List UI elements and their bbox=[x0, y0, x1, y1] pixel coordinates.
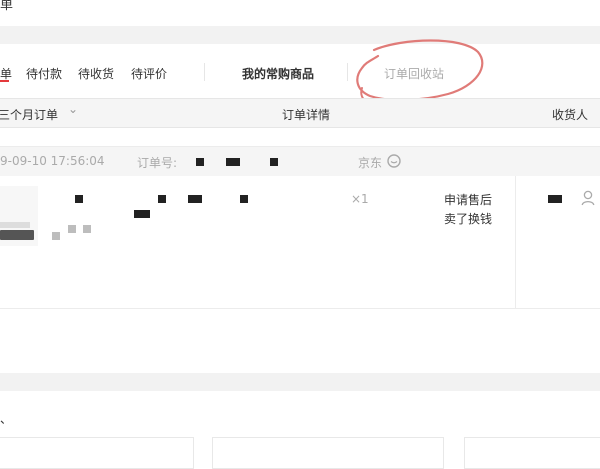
redacted-order-number bbox=[196, 158, 204, 166]
redacted-receiver-name bbox=[548, 195, 562, 203]
section-separator-band bbox=[0, 373, 600, 391]
tab-frequent-products[interactable]: 我的常购商品 bbox=[242, 65, 314, 82]
redacted-product-name bbox=[134, 210, 150, 218]
redacted-product-name bbox=[240, 195, 248, 203]
redacted-order-number bbox=[270, 158, 278, 166]
order-number-label: 订单号: bbox=[137, 156, 178, 170]
order-tabs: 单 待付款 待收货 待评价 我的常购商品 订单回收站 bbox=[0, 44, 600, 99]
chat-bubble-icon[interactable] bbox=[387, 153, 401, 168]
order-table-header: 三个月订单 ⌄ 订单详情 收货人 bbox=[0, 98, 600, 128]
order-range-filter[interactable]: 三个月订单 bbox=[0, 106, 58, 123]
product-thumbnail[interactable] bbox=[0, 186, 38, 246]
redacted-product-name bbox=[188, 195, 202, 203]
user-icon[interactable] bbox=[581, 190, 595, 206]
apply-after-sale-link[interactable]: 申请售后 bbox=[444, 191, 492, 208]
redacted-product-spec bbox=[83, 225, 91, 233]
tab-pending-receipt[interactable]: 待收货 bbox=[78, 65, 114, 82]
column-divider bbox=[515, 176, 516, 308]
redacted-product-spec bbox=[52, 232, 60, 240]
column-receiver: 收货人 bbox=[552, 108, 589, 122]
redacted-order-number bbox=[226, 158, 240, 166]
section-heading-fragment: 、 bbox=[0, 412, 13, 426]
order-item: ×1 申请售后 卖了换钱 bbox=[0, 176, 600, 309]
order-header: 9-09-10 17:56:04 订单号: 京东 bbox=[0, 146, 600, 178]
redacted-product-spec bbox=[68, 225, 76, 233]
page-title: 单 bbox=[0, 0, 14, 13]
order-datetime: 9-09-10 17:56:04 bbox=[0, 154, 105, 168]
tab-pending-payment[interactable]: 待付款 bbox=[26, 65, 62, 82]
circle-annotation bbox=[356, 39, 484, 103]
active-tab-underline bbox=[0, 80, 9, 82]
redacted-product-name bbox=[158, 195, 166, 203]
redacted-product-name bbox=[75, 195, 83, 203]
product-quantity: ×1 bbox=[351, 192, 369, 206]
recommend-card[interactable] bbox=[464, 437, 600, 469]
trade-in-link[interactable]: 卖了换钱 bbox=[444, 210, 492, 227]
column-order-details: 订单详情 bbox=[282, 108, 331, 122]
recommend-card[interactable] bbox=[212, 437, 444, 469]
tab-pending-review[interactable]: 待评价 bbox=[131, 65, 167, 82]
title-separator-band bbox=[0, 26, 600, 44]
shop-name[interactable]: 京东 bbox=[358, 154, 382, 171]
recommend-card[interactable] bbox=[0, 437, 194, 469]
chevron-down-icon[interactable]: ⌄ bbox=[68, 102, 78, 116]
tab-divider bbox=[347, 63, 348, 81]
tab-divider bbox=[204, 63, 205, 81]
